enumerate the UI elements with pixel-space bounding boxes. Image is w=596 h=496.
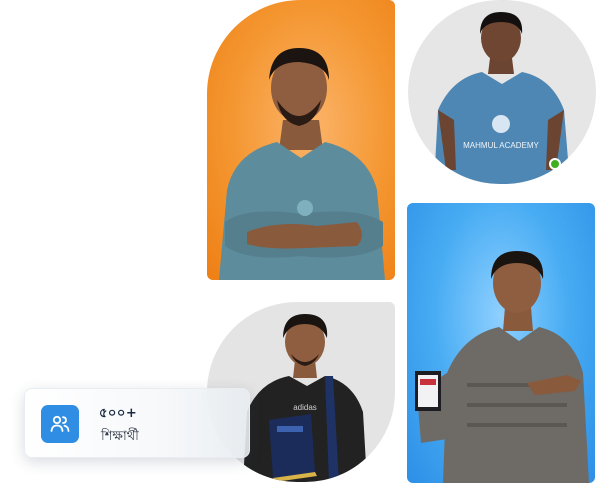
online-status-dot xyxy=(549,158,561,170)
student-photo-blue xyxy=(407,203,595,483)
student-count-value: ৫০০+ xyxy=(99,406,138,421)
student-photo-orange xyxy=(207,0,395,280)
svg-text:MAHMUL ACADEMY: MAHMUL ACADEMY xyxy=(463,141,539,150)
student-gallery: MAHMUL ACADEMY adidas ৫০০+ শিক্ষার্থী xyxy=(0,0,596,496)
student-photo-round: MAHMUL ACADEMY xyxy=(408,0,596,184)
users-icon xyxy=(41,405,79,443)
student-count-label: শিক্ষার্থী xyxy=(101,429,139,444)
svg-text:adidas: adidas xyxy=(293,403,317,412)
student-count-card: ৫০০+ শিক্ষার্থী xyxy=(24,388,250,458)
